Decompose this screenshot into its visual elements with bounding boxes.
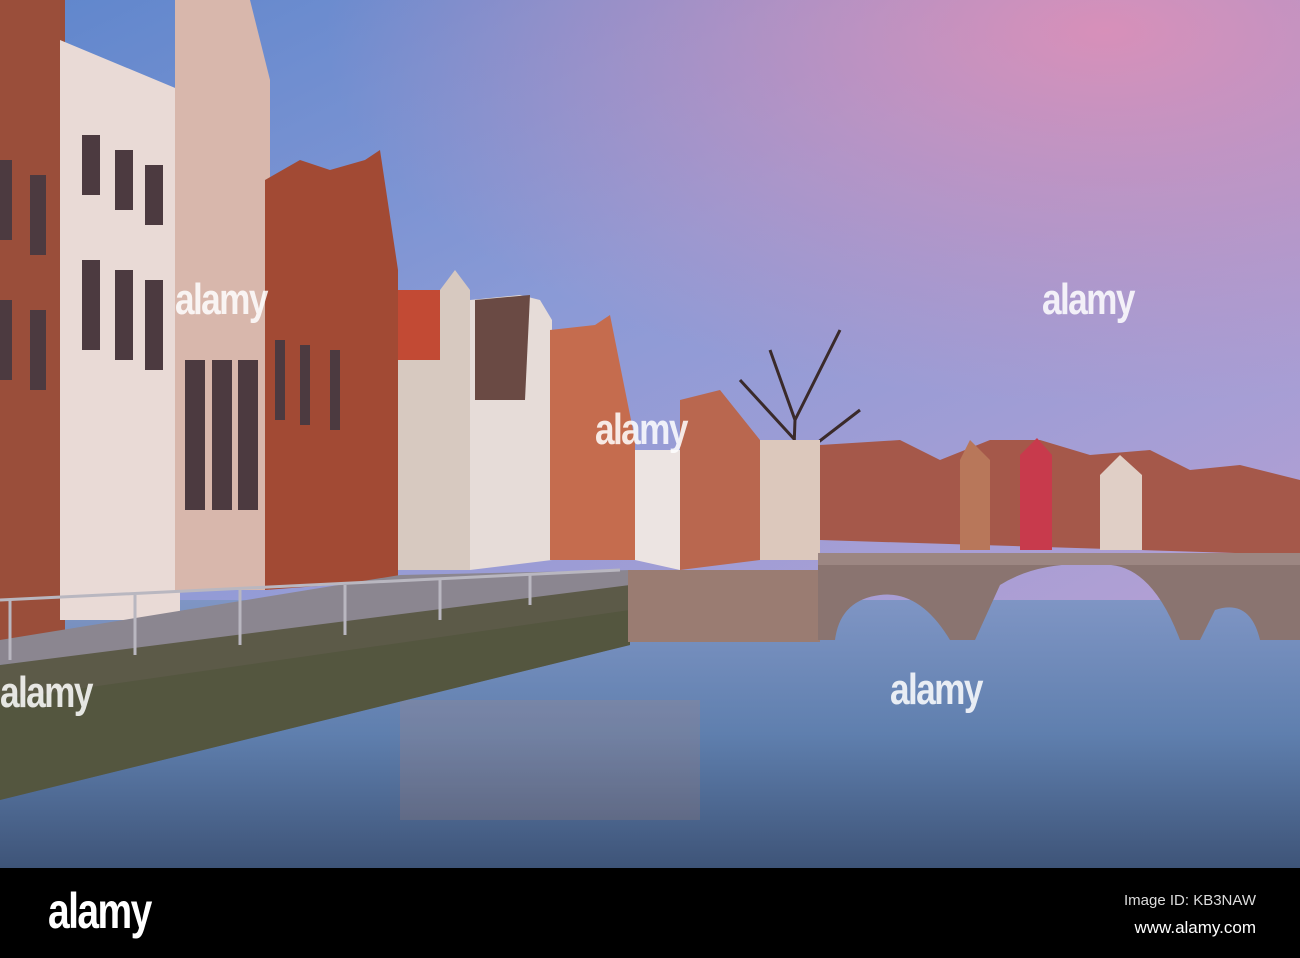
watermark: alamy [0,668,93,717]
image-id: Image ID: KB3NAW [1124,892,1256,909]
alamy-logo: alamy [48,883,152,939]
watermark: alamy [1042,275,1135,324]
watermark: alamy [890,665,983,714]
watermark: alamy [175,275,268,324]
footer-bar: alamy Image ID: KB3NAW www.alamy.com [0,868,1300,958]
stock-photo: alamy alamy alamy alamy alamy alamy Imag… [0,0,1300,958]
watermark: alamy [595,405,688,454]
site-url: www.alamy.com [1134,918,1256,937]
